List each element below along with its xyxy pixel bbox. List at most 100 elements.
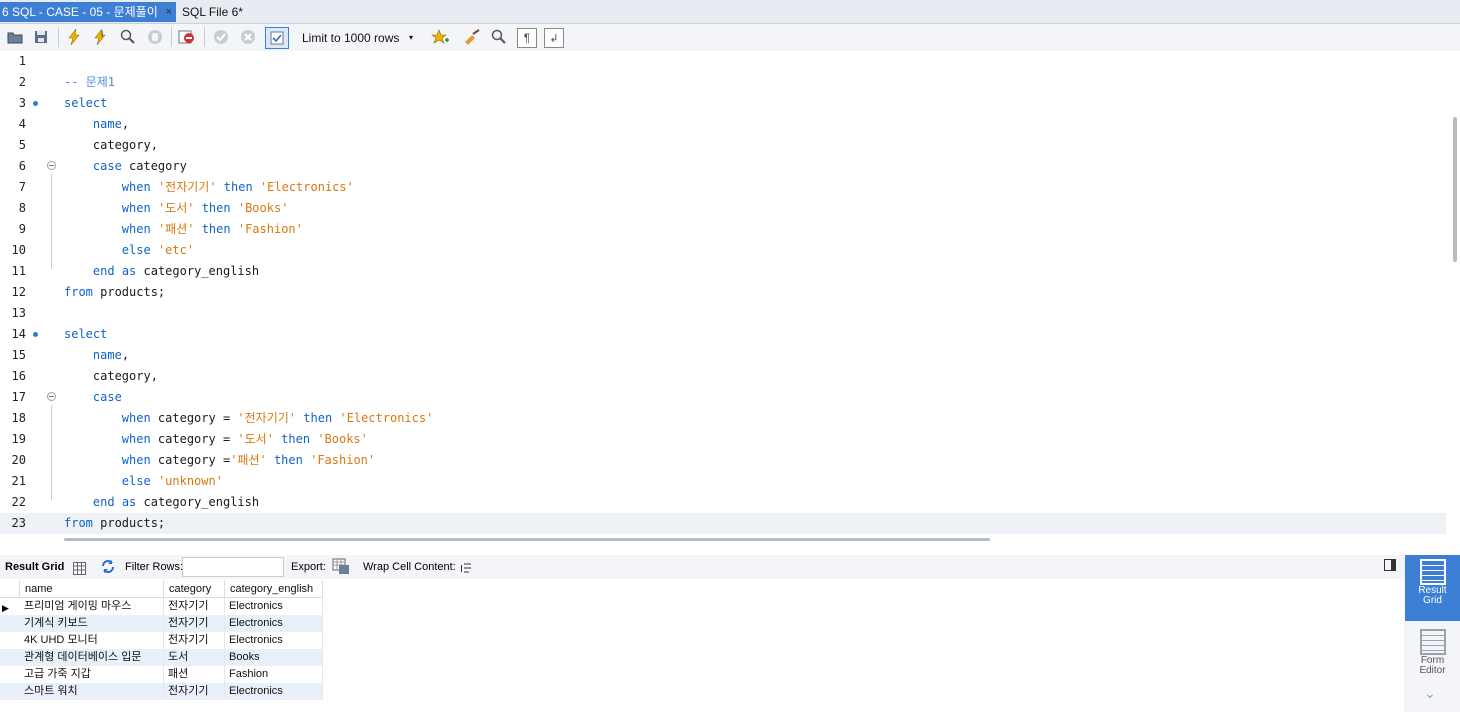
code-line[interactable]: 3 select (0, 93, 1446, 114)
code-line[interactable]: 10 else 'etc' (0, 240, 1446, 261)
add-snippet-star-icon[interactable] (431, 28, 449, 46)
sql-keyword: then (201, 222, 231, 236)
sql-keyword: as (121, 495, 137, 509)
table-cell-name[interactable]: 기계식 키보드 (20, 615, 164, 632)
code-line[interactable]: 19 when category = '도서' then 'Books' (0, 429, 1446, 450)
code-line[interactable]: 17 case (0, 387, 1446, 408)
table-cell-name[interactable]: 4K UHD 모니터 (20, 632, 164, 649)
table-cell-name[interactable]: 고급 가죽 지갑 (20, 666, 164, 683)
column-header-name[interactable]: name (20, 580, 164, 598)
code-line[interactable]: 16 category, (0, 366, 1446, 387)
sql-text: category = (150, 432, 238, 446)
table-cell-category-english[interactable]: Electronics (225, 598, 323, 615)
table-row[interactable]: 고급 가죽 지갑 패션 Fashion (0, 666, 323, 683)
table-cell-category[interactable]: 패션 (164, 666, 225, 683)
code-line[interactable]: 5 category, (0, 135, 1446, 156)
table-row[interactable]: 기계식 키보드 전자기기 Electronics (0, 615, 323, 632)
column-header-category[interactable]: category (164, 580, 225, 598)
sql-keyword: as (121, 264, 137, 278)
table-cell-category[interactable]: 전자기기 (164, 683, 225, 700)
sql-string: 'Books' (317, 432, 368, 446)
explain-magnifier-icon[interactable] (119, 28, 137, 46)
find-magnifier-icon[interactable] (490, 28, 508, 46)
code-line[interactable]: 9 when '패션' then 'Fashion' (0, 219, 1446, 240)
save-icon[interactable] (32, 28, 50, 46)
word-wrap-icon[interactable]: ↲ (544, 28, 564, 48)
stop-hand-icon[interactable] (146, 28, 164, 46)
tab-sql-case-05[interactable]: 6 SQL - CASE - 05 - 문제풀이 × (0, 2, 176, 22)
execute-current-icon[interactable]: I (92, 28, 110, 46)
horizontal-scrollbar[interactable] (64, 538, 990, 541)
close-icon[interactable]: × (166, 2, 172, 22)
commit-check-icon[interactable] (212, 28, 230, 46)
line-number: 11 (11, 264, 26, 278)
code-line[interactable]: 14 select (0, 324, 1446, 345)
fold-toggle-icon[interactable] (47, 161, 56, 170)
invisible-chars-pilcrow-icon[interactable]: ¶ (517, 28, 537, 48)
line-number: 9 (18, 222, 26, 236)
toggle-side-panel-icon[interactable] (1384, 559, 1396, 571)
table-cell-category[interactable]: 도서 (164, 649, 225, 666)
code-line[interactable]: 18 when category = '전자기기' then 'Electron… (0, 408, 1446, 429)
code-line[interactable]: 15 name, (0, 345, 1446, 366)
fold-toggle-icon[interactable] (47, 392, 56, 401)
code-line[interactable]: 2 -- 문제1 (0, 72, 1446, 93)
table-cell-category-english[interactable]: Electronics (225, 632, 323, 649)
open-folder-icon[interactable] (6, 28, 24, 46)
line-number: 18 (11, 411, 26, 425)
sql-string: '도서' (157, 201, 195, 215)
code-line[interactable]: 4 name, (0, 114, 1446, 135)
table-cell-category-english[interactable]: Electronics (225, 683, 323, 700)
code-line[interactable]: 22 end as category_english (0, 492, 1446, 513)
code-line[interactable]: 6 case category (0, 156, 1446, 177)
code-line[interactable]: 13 (0, 303, 1446, 324)
table-row[interactable]: 스마트 워치 전자기기 Electronics (0, 683, 323, 700)
table-cell-category[interactable]: 전자기기 (164, 632, 225, 649)
tab-sql-file-6[interactable]: SQL File 6* (182, 2, 243, 22)
code-line[interactable]: 23 from products; (0, 513, 1446, 534)
autocommit-toggle-icon[interactable] (265, 27, 289, 49)
code-text: when '전자기기' then 'Electronics' (64, 177, 354, 198)
column-header-category-english[interactable]: category_english (225, 580, 323, 598)
code-line[interactable]: 21 else 'unknown' (0, 471, 1446, 492)
table-cell-category-english[interactable]: Electronics (225, 615, 323, 632)
table-cell-category[interactable]: 전자기기 (164, 598, 225, 615)
limit-rows-select[interactable]: Limit to 1000 rows ▾ (296, 27, 420, 47)
code-line[interactable]: 7 when '전자기기' then 'Electronics' (0, 177, 1446, 198)
line-number: 8 (18, 201, 26, 215)
execute-lightning-icon[interactable] (65, 28, 83, 46)
code-text: else 'unknown' (64, 471, 223, 492)
rollback-x-icon[interactable] (239, 28, 257, 46)
table-cell-name[interactable]: 관계형 데이터베이스 입문 (20, 649, 164, 666)
table-row[interactable]: 4K UHD 모니터 전자기기 Electronics (0, 632, 323, 649)
table-cell-category-english[interactable]: Books (225, 649, 323, 666)
code-line[interactable]: 8 when '도서' then 'Books' (0, 198, 1446, 219)
code-text: end as category_english (64, 492, 259, 513)
beautify-broom-icon[interactable] (463, 28, 481, 46)
code-line[interactable]: 11 end as category_english (0, 261, 1446, 282)
table-cell-category-english[interactable]: Fashion (225, 666, 323, 683)
vertical-scrollbar[interactable] (1453, 117, 1457, 262)
table-cell-name[interactable]: 스마트 워치 (20, 683, 164, 700)
code-line[interactable]: 20 when category ='패션' then 'Fashion' (0, 450, 1446, 471)
sql-editor[interactable]: 1 2 -- 문제1 3 select 4 name, 5 category, 6 case … (0, 51, 1460, 536)
code-line[interactable]: 12 from products; (0, 282, 1446, 303)
code-line[interactable]: 1 (0, 51, 1446, 72)
table-row[interactable]: 관계형 데이터베이스 입문 도서 Books (0, 649, 323, 666)
stop-on-error-icon[interactable] (178, 28, 196, 46)
table-cell-category[interactable]: 전자기기 (164, 615, 225, 632)
filter-rows-input[interactable] (182, 557, 284, 577)
sql-string: 'Fashion' (237, 222, 303, 236)
line-number: 1 (18, 54, 26, 68)
form-editor-panel-button[interactable]: Form Editor (1405, 625, 1460, 685)
table-cell-name[interactable]: 프리미엄 게이밍 마우스 (20, 598, 164, 615)
chevron-down-icon[interactable]: ⌄ (1424, 685, 1436, 702)
result-grid-panel-button[interactable]: Result Grid (1405, 555, 1460, 621)
statement-marker-icon (33, 332, 38, 337)
table-row[interactable]: 프리미엄 게이밍 마우스 전자기기 Electronics (0, 598, 323, 615)
